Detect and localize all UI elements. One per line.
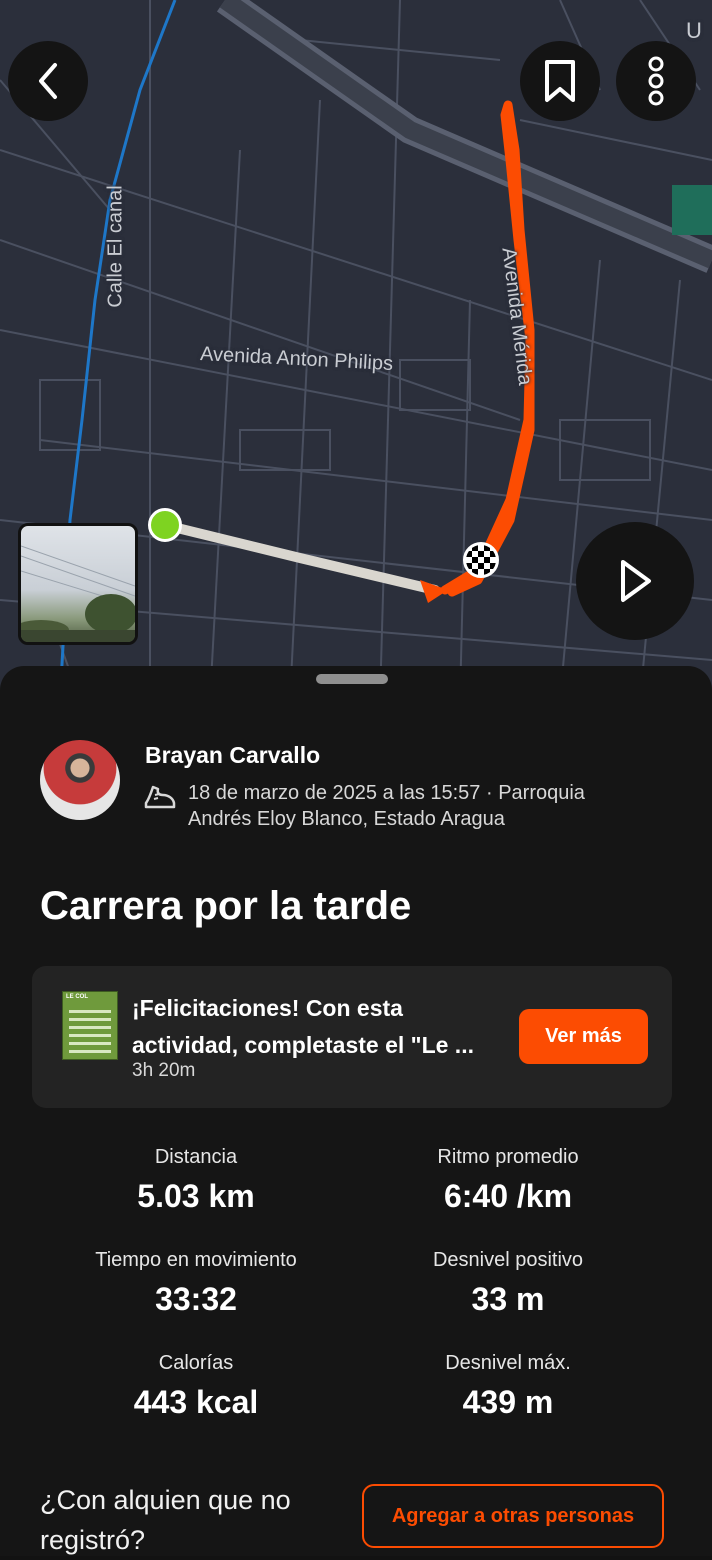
- athlete-name[interactable]: Brayan Carvallo: [145, 742, 320, 769]
- back-button[interactable]: [8, 41, 88, 121]
- play-icon: [621, 560, 651, 602]
- activity-photo-thumbnail[interactable]: [18, 523, 138, 645]
- photo-scene: [21, 545, 135, 642]
- stat-value-max-elevation: 439 m: [462, 1384, 554, 1420]
- see-more-button[interactable]: Ver más: [519, 1009, 648, 1064]
- challenge-badge-title: LE COL: [66, 994, 88, 1000]
- achievement-message: ¡Felicitaciones! Con esta actividad, com…: [132, 995, 474, 1058]
- stat-value-elevation-gain: 33 m: [471, 1281, 545, 1317]
- stat-label-elevation-gain: Desnivel positivo: [432, 1249, 584, 1271]
- achievement-duration: 3h 20m: [132, 1060, 196, 1081]
- stat-value-calories: 443 kcal: [133, 1384, 259, 1420]
- stat-value-distance: 5.03 km: [137, 1178, 255, 1214]
- street-label-u: U: [686, 18, 702, 43]
- tag-others-prompt: ¿Con alquien que no registró?: [40, 1485, 291, 1555]
- route-map[interactable]: Calle El canal Avenida Anton Philips Ave…: [0, 0, 712, 700]
- chevron-left-icon: [39, 63, 57, 99]
- achievement-card[interactable]: LE COL ¡Felicitaciones! Con esta activid…: [32, 966, 672, 1108]
- stat-label-max-elevation: Desnivel máx.: [445, 1352, 571, 1374]
- stat-label-pace: Ritmo promedio: [437, 1146, 579, 1168]
- more-options-button[interactable]: [616, 41, 696, 121]
- activity-details-sheet: Brayan Carvallo 18 de marzo de 2025 a la…: [0, 666, 712, 1556]
- stat-label-moving-time: Tiempo en movimiento: [95, 1249, 297, 1271]
- route-start-marker: [148, 508, 182, 542]
- challenge-badge-thumbnail: LE COL: [62, 991, 118, 1060]
- bookmark-icon: [545, 60, 575, 102]
- street-label-calle-el-canal: Calle El canal: [104, 185, 127, 308]
- play-flyover-button[interactable]: [576, 522, 694, 640]
- activity-title: Carrera por la tarde: [40, 884, 412, 928]
- stat-value-pace: 6:40 /km: [443, 1178, 573, 1214]
- bookmark-button[interactable]: [520, 41, 600, 121]
- running-shoe-icon: [144, 785, 176, 809]
- activity-date-location: 18 de marzo de 2025 a las 15:57 · Parroq…: [188, 782, 585, 830]
- more-vertical-icon: [648, 56, 664, 106]
- avatar[interactable]: [40, 740, 120, 820]
- add-others-button[interactable]: Agregar a otras personas: [362, 1484, 664, 1548]
- stat-label-distance: Distancia: [154, 1146, 238, 1168]
- sheet-drag-handle[interactable]: [316, 674, 388, 684]
- stat-value-moving-time: 33:32: [155, 1281, 237, 1317]
- route-finish-marker: [463, 542, 499, 578]
- stat-label-calories: Calorías: [158, 1352, 234, 1374]
